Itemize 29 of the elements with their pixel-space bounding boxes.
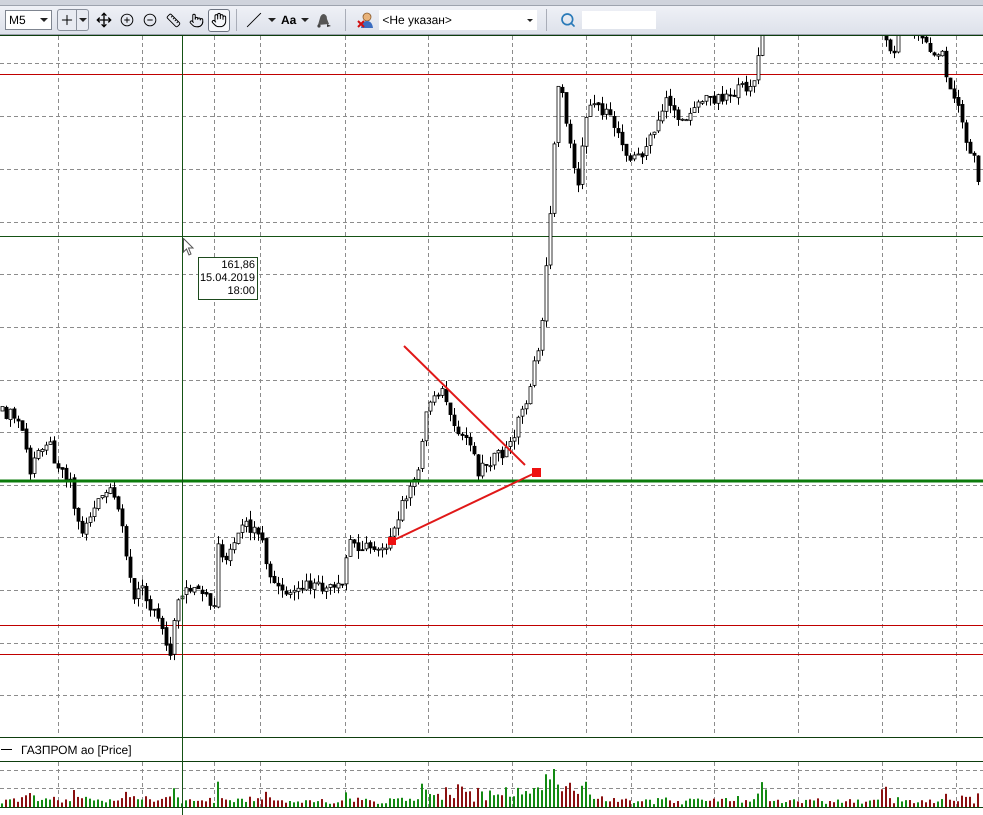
hand-tool-button[interactable] xyxy=(208,8,230,32)
tooltip-price: 161,86 xyxy=(221,259,255,272)
legend-label: ГАЗПРОМ ао [Price] xyxy=(21,742,132,758)
search-icon[interactable] xyxy=(560,12,576,28)
caret-icon xyxy=(40,18,48,22)
caret-icon xyxy=(301,18,310,22)
timeframe-dropdown[interactable]: M5 xyxy=(5,10,52,30)
crosshair-icon xyxy=(59,12,75,28)
tooltip-date: 15.04.2019 xyxy=(200,272,255,285)
crosshair-button[interactable] xyxy=(57,9,77,31)
series-line-icon xyxy=(1,749,12,750)
bell-icon xyxy=(315,12,332,28)
crosshair-dropdown-button[interactable] xyxy=(77,9,89,31)
caret-icon xyxy=(268,18,276,22)
hand-icon xyxy=(211,12,227,28)
user-remove-icon xyxy=(357,11,376,29)
zoom-out-icon xyxy=(143,13,157,27)
caret-icon xyxy=(527,18,534,22)
move-icon xyxy=(96,12,112,28)
search-field[interactable] xyxy=(582,11,656,29)
caret-icon xyxy=(78,18,86,22)
cursor-arrow-icon xyxy=(183,238,195,256)
text-tool-button[interactable]: Aa xyxy=(279,9,298,31)
account-combobox[interactable]: <Не указан> xyxy=(379,10,538,30)
zoom-in-icon xyxy=(120,13,134,27)
pointing-hand-icon xyxy=(188,12,204,28)
ruler-icon xyxy=(166,12,180,28)
line-icon xyxy=(246,12,262,28)
tooltip-time: 18:00 xyxy=(227,285,255,298)
